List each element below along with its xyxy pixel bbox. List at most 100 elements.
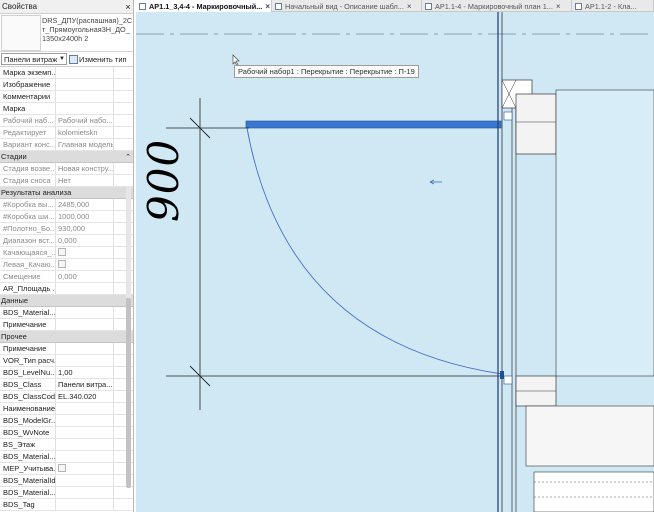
property-value[interactable]: Нет [56, 175, 114, 186]
property-value[interactable] [56, 355, 114, 366]
property-row[interactable]: BDS_Material... [0, 451, 133, 463]
property-value[interactable]: 930,000 [56, 223, 114, 234]
type-name: DRS_ДПУ(распашная)_2Ст_Прямоугольная3Н_Д… [42, 16, 133, 43]
property-row[interactable]: #Коробка ши... 1000,000 [0, 211, 133, 223]
row-edge [114, 115, 123, 126]
property-row[interactable]: Примечание [0, 319, 133, 331]
property-value[interactable]: kolomietskn [56, 127, 114, 138]
property-row[interactable]: Комментарии [0, 91, 133, 103]
section-data[interactable]: Данные ⌃ [0, 295, 133, 307]
property-checkbox[interactable] [58, 248, 66, 256]
property-value[interactable]: Главная модель [56, 139, 114, 150]
property-row[interactable]: AR_Площадь ... [0, 283, 133, 295]
view-tab[interactable]: Начальный вид - Описание шабл... × [272, 0, 422, 12]
property-value[interactable]: 1000,000 [56, 211, 114, 222]
view-tab[interactable]: АР1.1_3,4-4 - Маркировочный... × [136, 0, 272, 12]
property-row[interactable]: BS_Этаж [0, 439, 133, 451]
property-value[interactable] [56, 79, 114, 90]
property-name: Рабочий наб... [0, 115, 56, 126]
close-tab-icon[interactable]: × [407, 2, 412, 11]
property-row[interactable]: BDS_Material... [0, 307, 133, 319]
property-value[interactable] [56, 463, 114, 474]
close-icon[interactable]: × [123, 2, 133, 12]
property-checkbox[interactable] [58, 260, 66, 268]
property-value[interactable]: Панели витра... [56, 379, 114, 390]
property-row[interactable]: Изображение [0, 79, 133, 91]
property-value[interactable] [56, 247, 114, 258]
close-tab-icon[interactable]: × [556, 2, 561, 11]
drawing-canvas[interactable]: Рабочий набор1 : Перекрытие : Перекрытие… [136, 12, 654, 512]
property-row[interactable]: BDS_WvNote [0, 427, 133, 439]
property-row[interactable]: BDS_LevelNu... 1,00 [0, 367, 133, 379]
collapse-icon[interactable]: ⌃ [123, 153, 133, 161]
property-row[interactable]: Вариант конс... Главная модель [0, 139, 133, 151]
property-value[interactable] [56, 451, 114, 462]
property-value[interactable]: 0,000 [56, 235, 114, 246]
property-row[interactable]: Диапазон вст... 0,000 [0, 235, 133, 247]
properties-scrollbar[interactable] [126, 186, 131, 488]
property-value[interactable] [56, 307, 114, 318]
type-filter-select[interactable]: Панели витраж ▼ [1, 53, 67, 65]
property-value[interactable]: Новая констру... [56, 163, 114, 174]
property-row[interactable]: Марка [0, 103, 133, 115]
property-value[interactable] [56, 103, 114, 114]
row-edge [114, 139, 123, 150]
property-row[interactable]: #Коробка вы... 2485,000 [0, 199, 133, 211]
section-analysis[interactable]: Результаты анализа ⌃ [0, 187, 133, 199]
property-value[interactable] [56, 319, 114, 330]
property-value[interactable] [56, 487, 114, 498]
property-row[interactable]: VOR_Тип расч... [0, 355, 133, 367]
property-row[interactable]: Стадия сноса Нет [0, 175, 133, 187]
row-edge [114, 475, 123, 486]
property-row[interactable]: Марка экземп... [0, 67, 133, 79]
property-value[interactable]: Рабочий набо... [56, 115, 114, 126]
property-value[interactable] [56, 91, 114, 102]
close-tab-icon[interactable]: × [265, 2, 270, 11]
row-edge [114, 223, 123, 234]
property-row[interactable]: BDS_Class Панели витра... [0, 379, 133, 391]
type-preview[interactable]: DRS_ДПУ(распашная)_2Ст_Прямоугольная3Н_Д… [0, 14, 133, 52]
property-checkbox[interactable] [58, 464, 66, 472]
property-value[interactable]: 2485,000 [56, 199, 114, 210]
property-row[interactable]: MEP_Учитыва... [0, 463, 133, 475]
property-value[interactable]: 0,000 [56, 271, 114, 282]
dimension-value[interactable]: 900 [139, 139, 188, 222]
property-row[interactable]: Смещение 0,000 [0, 271, 133, 283]
property-value[interactable] [56, 67, 114, 78]
property-row[interactable]: Качающаяся_... [0, 247, 133, 259]
property-row[interactable]: Левая_Качаю... [0, 259, 133, 271]
property-value[interactable]: 1,00 [56, 367, 114, 378]
property-row[interactable]: BDS_MaterialId [0, 475, 133, 487]
section-stages[interactable]: Стадии ⌃ [0, 151, 133, 163]
property-row[interactable]: BDS_ClassCode EL.340.020 [0, 391, 133, 403]
view-tab[interactable]: АР1.1-2 - Кла... [572, 0, 654, 12]
row-edge [114, 103, 123, 114]
edit-type-button[interactable]: Изменить тип [69, 54, 127, 64]
property-row[interactable]: Редактирует kolomietskn [0, 127, 133, 139]
property-name: BS_Этаж [0, 439, 56, 450]
tab-label: АР1.1-4 - Маркировочный план 1... [435, 1, 553, 11]
property-value[interactable]: EL.340.020 [56, 391, 114, 402]
property-value[interactable] [56, 475, 114, 486]
grip-handle [503, 375, 513, 385]
property-value[interactable] [56, 427, 114, 438]
property-row[interactable]: Примечание [0, 343, 133, 355]
scrollbar-thumb[interactable] [126, 298, 131, 488]
property-row[interactable]: BDS_Tag [0, 499, 133, 511]
property-row[interactable]: Наименование [0, 403, 133, 415]
property-value[interactable] [56, 415, 114, 426]
section-other[interactable]: Прочее ⌃ [0, 331, 133, 343]
property-row[interactable]: BDS_ModelGr... [0, 415, 133, 427]
row-edge [114, 391, 123, 402]
view-tab[interactable]: АР1.1-4 - Маркировочный план 1... × [422, 0, 572, 12]
property-value[interactable] [56, 499, 114, 510]
property-value[interactable] [56, 259, 114, 270]
property-row[interactable]: Стадия возве... Новая констру... [0, 163, 133, 175]
property-value[interactable] [56, 343, 114, 354]
property-row[interactable]: Рабочий наб... Рабочий набо... [0, 115, 133, 127]
property-value[interactable] [56, 439, 114, 450]
property-value[interactable] [56, 403, 114, 414]
property-row[interactable]: #Полотно_Бо... 930,000 [0, 223, 133, 235]
property-row[interactable]: BDS_Material... [0, 487, 133, 499]
property-value[interactable] [56, 283, 114, 294]
